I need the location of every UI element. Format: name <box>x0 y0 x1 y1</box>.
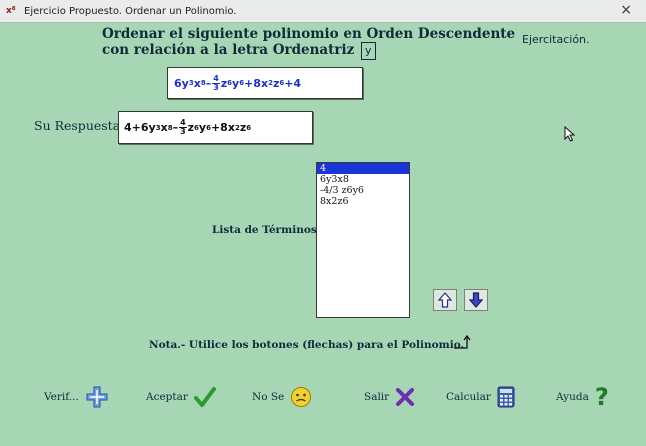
list-item[interactable]: 4 <box>317 163 409 174</box>
fraction-denominator: 3 <box>213 82 219 92</box>
calculator-label: Calcular <box>446 391 491 403</box>
mouse-cursor-icon <box>564 126 576 142</box>
title-bar: x⁸ Ejercicio Propuesto. Ordenar un Polin… <box>0 0 646 23</box>
answer-label: Su Respuesta: <box>34 118 125 133</box>
calculator-icon <box>497 386 515 408</box>
given-operator: +8x <box>244 76 269 90</box>
mode-label: Ejercitación. <box>522 33 590 46</box>
window-title: Ejercicio Propuesto. Ordenar un Polinomi… <box>24 5 237 17</box>
dont-know-label: No Se <box>252 391 285 403</box>
terms-listbox[interactable]: 4 6y3x8 -4/3 z6y6 8x2z6 <box>316 162 410 318</box>
instruction-line-1: Ordenar el siguiente polinomio en Orden … <box>102 26 516 42</box>
dont-know-button[interactable]: No Se <box>252 384 312 410</box>
arrow-down-icon <box>469 292 483 308</box>
question-icon: ? <box>594 383 609 411</box>
answer-polynomial: 4+6y 3 x 8 – 43z6y6 +8x 2 z 6 <box>118 111 313 144</box>
instruction-line-2-text: con relación a la letra Ordenatriz <box>102 42 355 58</box>
given-operator: +4 <box>284 76 302 90</box>
cross-puzzle-icon <box>86 386 108 408</box>
help-button[interactable]: Ayuda ? <box>556 384 609 410</box>
instruction-line-2: con relación a la letra Ordenatriz y <box>102 42 515 60</box>
close-icon[interactable]: × <box>620 2 632 18</box>
help-label: Ayuda <box>556 391 589 403</box>
answer-operator: – <box>172 121 179 134</box>
checkmark-icon <box>193 387 216 407</box>
verify-label: Verif... <box>44 391 79 403</box>
move-down-button[interactable] <box>464 289 488 311</box>
calculator-button[interactable]: Calcular <box>446 384 515 410</box>
list-item[interactable]: 8x2z6 <box>317 196 409 207</box>
given-polynomial: 6y 3 x 8 – 43z6y6 +8x 2 z 6 +4 <box>167 67 363 99</box>
given-operator: – <box>205 76 212 90</box>
x-icon <box>396 388 415 406</box>
accept-button[interactable]: Aceptar <box>146 384 216 410</box>
given-term-1: 6y <box>174 76 189 90</box>
verify-button[interactable]: Verif... <box>44 384 109 410</box>
arrow-up-icon <box>438 292 452 308</box>
instruction-note: Nota.- Utilice los botones (flechas) par… <box>149 339 465 351</box>
move-up-button[interactable] <box>433 289 457 311</box>
ordering-variable-box: y <box>361 42 376 60</box>
answer-term: 4+6y <box>124 121 156 134</box>
given-base: y <box>232 76 240 90</box>
answer-base: x <box>160 121 168 134</box>
answer-exp: 6 <box>246 123 252 132</box>
exercise-window: x⁸ Ejercicio Propuesto. Ordenar un Polin… <box>0 0 646 446</box>
fraction-denominator: 3 <box>180 127 186 136</box>
list-item[interactable]: 6y3x8 <box>317 174 409 185</box>
app-icon: x⁸ <box>6 6 16 16</box>
answer-fraction: 43 <box>179 119 187 136</box>
answer-operator: +8x <box>210 121 235 134</box>
exit-label: Salir <box>364 391 390 403</box>
given-fraction: 43 <box>212 74 220 92</box>
instruction-heading: Ordenar el siguiente polinomio en Orden … <box>102 26 515 60</box>
given-base: x <box>193 76 201 90</box>
exit-button[interactable]: Salir <box>364 384 415 410</box>
corner-arrow-icon <box>454 334 471 349</box>
list-item[interactable]: -4/3 z6y6 <box>317 185 409 196</box>
terms-label: Lista de Términos: <box>212 224 321 236</box>
smiley-icon <box>291 387 312 407</box>
accept-label: Aceptar <box>146 391 188 403</box>
answer-base: y <box>198 121 207 134</box>
